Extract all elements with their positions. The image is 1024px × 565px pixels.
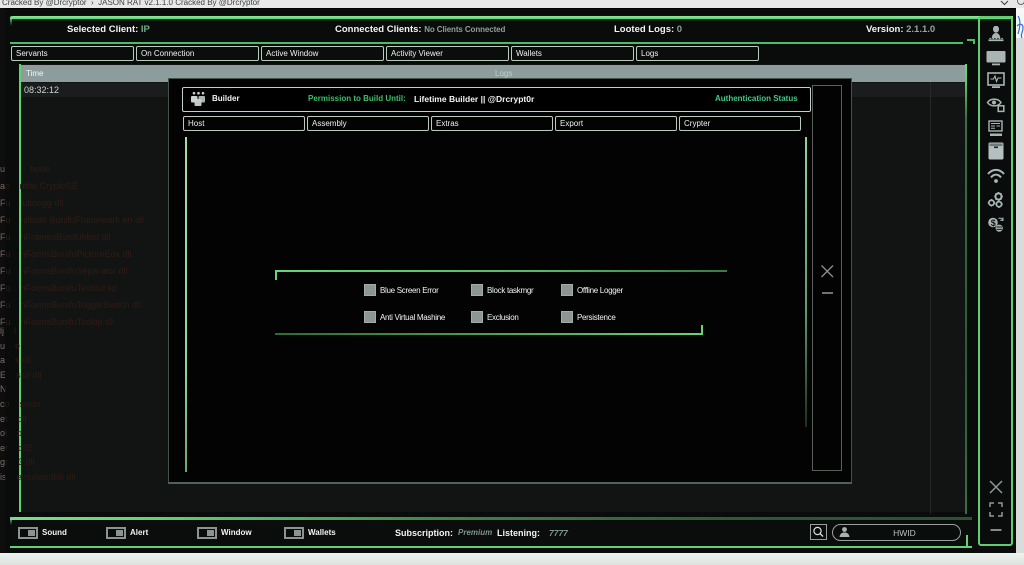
svg-text:$: $ (991, 218, 996, 228)
